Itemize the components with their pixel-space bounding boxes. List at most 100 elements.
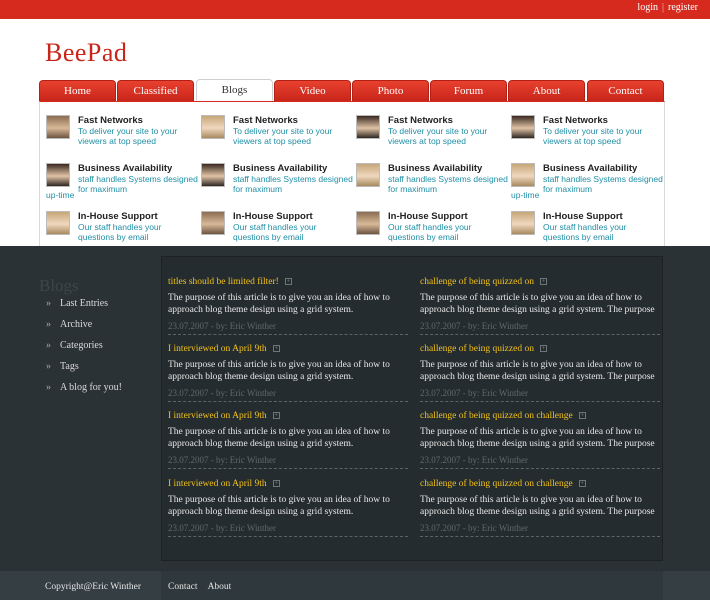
- login-link[interactable]: login: [637, 2, 658, 13]
- post-excerpt: The purpose of this article is to give y…: [168, 360, 390, 382]
- blog-post: challenge of being quizzed on challenge +…: [420, 411, 660, 469]
- tab-about[interactable]: About: [508, 80, 585, 101]
- tab-blogs[interactable]: Blogs: [196, 79, 273, 101]
- feature-description: staff handles Systems designed for maxim…: [233, 174, 353, 194]
- feature-item: Fast Networks To deliver your site to yo…: [508, 111, 663, 157]
- blog-post: challenge of being quizzed on + The purpo…: [420, 344, 660, 402]
- feature-description-continued: up-time: [511, 190, 540, 200]
- feature-description: To deliver your site to your viewers at …: [543, 126, 643, 146]
- expand-icon[interactable]: +: [578, 412, 586, 420]
- tab-photo[interactable]: Photo: [352, 80, 429, 101]
- post-meta: 23.07.2007 - by: Eric Winther: [420, 523, 660, 537]
- footer-link-contact[interactable]: Contact: [168, 582, 198, 592]
- bullet-icon: »: [46, 361, 51, 372]
- copyright-text: Copyright@Eric Winther: [45, 582, 142, 592]
- post-title[interactable]: challenge of being quizzed on +: [420, 277, 660, 287]
- post-excerpt: The purpose of this article is to give y…: [168, 495, 390, 517]
- footer-link-about[interactable]: About: [208, 582, 232, 592]
- post-title[interactable]: I interviewed on April 9th +: [168, 411, 408, 421]
- avatar: [46, 115, 70, 139]
- avatar: [511, 211, 535, 235]
- sidebar-item-label: Archive: [60, 319, 93, 330]
- sidebar-item-last-entries[interactable]: » Last Entries: [46, 298, 108, 309]
- expand-icon[interactable]: +: [284, 278, 292, 286]
- sidebar-item-label: Categories: [60, 340, 103, 351]
- feature-description: Our staff handles your questions by emai…: [78, 222, 162, 242]
- blog-post: titles should be limited filter! + The pu…: [168, 277, 408, 335]
- feature-title[interactable]: Business Availability: [543, 163, 637, 174]
- blog-post: I interviewed on April 9th + The purpose …: [168, 479, 408, 537]
- feature-description: To deliver your site to your viewers at …: [233, 126, 333, 146]
- blog-post: I interviewed on April 9th + The purpose …: [168, 344, 408, 402]
- blog-post: I interviewed on April 9th + The purpose …: [168, 411, 408, 469]
- feature-item: Business Availability staff handles Syst…: [353, 159, 508, 205]
- post-meta: 23.07.2007 - by: Eric Winther: [168, 388, 408, 402]
- site-logo[interactable]: BeePad: [45, 38, 127, 68]
- post-title[interactable]: I interviewed on April 9th +: [168, 344, 408, 354]
- post-excerpt: The purpose of this article is to give y…: [420, 495, 655, 517]
- feature-title[interactable]: Business Availability: [78, 163, 172, 174]
- post-title[interactable]: titles should be limited filter! +: [168, 277, 408, 287]
- expand-icon[interactable]: +: [272, 345, 280, 353]
- expand-icon[interactable]: +: [578, 480, 586, 488]
- feature-title[interactable]: In-House Support: [78, 211, 158, 222]
- feature-description: Our staff handles your questions by emai…: [233, 222, 317, 242]
- avatar: [46, 211, 70, 235]
- feature-title[interactable]: Fast Networks: [543, 115, 608, 126]
- sidebar-title: Blogs: [39, 276, 79, 295]
- feature-title[interactable]: In-House Support: [388, 211, 468, 222]
- expand-icon[interactable]: +: [539, 345, 547, 353]
- tab-forum[interactable]: Forum: [430, 80, 507, 101]
- tab-contact[interactable]: Contact: [587, 80, 664, 101]
- feature-description: Our staff handles your questions by emai…: [543, 222, 627, 242]
- feature-item: Fast Networks To deliver your site to yo…: [43, 111, 198, 157]
- avatar: [511, 163, 535, 187]
- feature-title[interactable]: In-House Support: [233, 211, 313, 222]
- posts-area: titles should be limited filter! + The pu…: [161, 256, 663, 561]
- sidebar-item-label: Last Entries: [60, 298, 109, 309]
- features-panel: Fast Networks To deliver your site to yo…: [39, 101, 665, 246]
- post-meta: 23.07.2007 - by: Eric Winther: [420, 455, 660, 469]
- sidebar-item-categories[interactable]: » Categories: [46, 340, 103, 351]
- bullet-icon: »: [46, 298, 51, 309]
- sidebar-item-blog-for-you[interactable]: » A blog for you!: [46, 382, 122, 393]
- tab-video[interactable]: Video: [274, 80, 351, 101]
- feature-title[interactable]: Business Availability: [388, 163, 482, 174]
- account-links-separator: |: [661, 2, 664, 13]
- blog-section: Blogs » Last Entries » Archive » Categories…: [0, 246, 710, 571]
- feature-title[interactable]: Fast Networks: [78, 115, 143, 126]
- post-meta: 23.07.2007 - by: Eric Winther: [168, 523, 408, 537]
- feature-title[interactable]: In-House Support: [543, 211, 623, 222]
- sidebar-item-tags[interactable]: » Tags: [46, 361, 79, 372]
- feature-description: staff handles Systems designed for maxim…: [543, 174, 663, 194]
- tab-classified[interactable]: Classified: [117, 80, 194, 101]
- sidebar-item-label: Tags: [60, 361, 79, 372]
- post-title[interactable]: challenge of being quizzed on challenge +: [420, 411, 660, 421]
- post-meta: 23.07.2007 - by: Eric Winther: [168, 321, 408, 335]
- blog-post: challenge of being quizzed on challenge +…: [420, 479, 660, 537]
- bullet-icon: »: [46, 340, 51, 351]
- sidebar-item-archive[interactable]: » Archive: [46, 319, 92, 330]
- blog-post: challenge of being quizzed on + The purpo…: [420, 277, 660, 335]
- feature-item: Business Availability staff handles Syst…: [198, 159, 353, 205]
- feature-description-continued: up-time: [46, 190, 75, 200]
- feature-title[interactable]: Business Availability: [233, 163, 327, 174]
- sidebar-item-label: A blog for you!: [60, 382, 122, 393]
- account-links: login | register: [637, 2, 698, 13]
- post-title[interactable]: challenge of being quizzed on +: [420, 344, 660, 354]
- register-link[interactable]: register: [668, 2, 698, 13]
- expand-icon[interactable]: +: [272, 412, 280, 420]
- post-title[interactable]: I interviewed on April 9th +: [168, 479, 408, 489]
- post-title[interactable]: challenge of being quizzed on challenge +: [420, 479, 660, 489]
- feature-title[interactable]: Fast Networks: [233, 115, 298, 126]
- tab-home[interactable]: Home: [39, 80, 116, 101]
- feature-title[interactable]: Fast Networks: [388, 115, 453, 126]
- expand-icon[interactable]: +: [272, 480, 280, 488]
- post-excerpt: The purpose of this article is to give y…: [420, 360, 655, 382]
- post-excerpt: The purpose of this article is to give y…: [168, 293, 390, 315]
- post-excerpt: The purpose of this article is to give y…: [420, 427, 655, 449]
- expand-icon[interactable]: +: [539, 278, 547, 286]
- post-meta: 23.07.2007 - by: Eric Winther: [420, 321, 660, 335]
- feature-item: Fast Networks To deliver your site to yo…: [353, 111, 508, 157]
- feature-description: To deliver your site to your viewers at …: [78, 126, 178, 146]
